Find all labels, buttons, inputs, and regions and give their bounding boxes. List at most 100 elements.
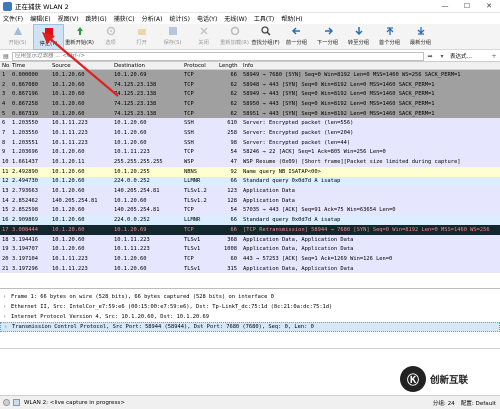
- toolbar-button-shark-fin[interactable]: 开始(S): [2, 24, 33, 50]
- packet-row[interactable]: 6 1.203550 10.1.11.223 10.1.20.60 SSH 610 Serv…: [0, 118, 500, 129]
- menu-bar: 文件(F) 编辑(E) 视图(V) 跳转(G) 捕获(C) 分析(A) 统计(S…: [0, 13, 500, 24]
- cell-no: 17: [2, 226, 9, 233]
- cell-info: 57035 → 443 [ACK] Seq=91 Ack=75 Win=6365…: [243, 207, 396, 214]
- cell-length: 66: [230, 226, 238, 233]
- cell-destination: 10.1.20.60: [114, 139, 147, 146]
- packet-row[interactable]: 20 3.197104 10.1.11.223 10.1.20.60 TCP 60 443 …: [0, 254, 500, 264]
- menu-edit[interactable]: 编辑(E): [30, 14, 50, 23]
- col-header-destination[interactable]: Destination: [112, 63, 182, 69]
- menu-analyze[interactable]: 分析(A): [142, 14, 163, 23]
- cell-info: 58246 → 22 [ACK] Seq=1 Ack=805 Win=256 L…: [243, 149, 386, 156]
- toolbar-button-arrow-left[interactable]: 前一分组: [281, 24, 312, 50]
- menu-tools[interactable]: 工具(T): [254, 14, 274, 23]
- packet-row[interactable]: 10 1.661437 10.1.20.11 255.255.255.255 WSP 47…: [0, 157, 500, 167]
- menu-view[interactable]: 视图(V): [58, 14, 79, 23]
- col-header-time[interactable]: Time: [10, 63, 50, 69]
- packet-row[interactable]: 17 3.008444 10.1.20.60 10.1.20.69 TCP 66 [TCP …: [0, 225, 500, 235]
- menu-file[interactable]: 文件(F): [3, 14, 23, 23]
- toolbar-button-save[interactable]: 保存(S): [157, 24, 188, 50]
- toolbar-button-reload[interactable]: 重新加载(R): [219, 24, 250, 50]
- toolbar-button-first[interactable]: 首个分组: [374, 24, 405, 50]
- expert-info-icon[interactable]: [13, 399, 20, 406]
- packet-row[interactable]: 19 3.194707 10.1.20.60 10.1.11.223 TLSv1 1008…: [0, 244, 500, 255]
- cell-time: 0.000000: [12, 71, 38, 78]
- cell-protocol: TLSv1: [184, 246, 201, 253]
- packet-row[interactable]: 15 2.852598 10.1.20.60 140.205.254.81 TCP 54 5…: [0, 205, 500, 216]
- cell-info: WSP Resume (0x09) [Short frame][Packet s…: [243, 159, 461, 166]
- toolbar-button-last[interactable]: 最新分组: [405, 24, 436, 50]
- packet-row[interactable]: 5 0.867319 10.1.20.60 74.125.23.138 TCP 62 589…: [0, 108, 500, 119]
- expand-arrow-icon[interactable]: ›: [3, 314, 11, 320]
- cell-info: Name query NB ISATAP<00>: [243, 168, 321, 175]
- menu-go[interactable]: 跳转(G): [85, 14, 106, 23]
- detail-tree-item[interactable]: › Ethernet II, Src: IntelCor_e7:59:e6 (00…: [0, 302, 500, 312]
- packet-row[interactable]: 14 2.852462 140.205.254.81 10.1.20.60 TLSv1.…: [0, 195, 500, 206]
- packet-row[interactable]: 8 1.203551 10.1.11.223 10.1.20.60 SSH 98 Serve…: [0, 137, 500, 148]
- packet-row[interactable]: 3 0.867196 10.1.20.60 74.125.23.138 TCP 62 589…: [0, 89, 500, 100]
- cell-no: 9: [2, 149, 6, 156]
- packet-row[interactable]: 18 3.194416 10.1.20.60 10.1.11.223 TLSv1 368 A…: [0, 234, 500, 245]
- cell-time: 2.852598: [12, 207, 38, 214]
- toolbar-button-close-file[interactable]: 关闭: [188, 24, 219, 50]
- add-filter-button[interactable]: +: [488, 53, 500, 60]
- maximize-button[interactable]: ☐: [456, 0, 478, 13]
- cell-source: 10.1.11.223: [52, 120, 88, 127]
- close-button[interactable]: ✕: [478, 0, 500, 13]
- expand-arrow-icon[interactable]: ›: [3, 304, 11, 310]
- cell-protocol: TCP: [184, 81, 194, 88]
- bookmark-icon[interactable]: ▤: [0, 53, 12, 60]
- col-header-source[interactable]: Source: [50, 63, 112, 69]
- cell-time: 3.197104: [12, 255, 38, 262]
- display-filter-input[interactable]: [12, 51, 424, 61]
- packet-row[interactable]: 4 0.867258 10.1.20.60 74.125.23.138 TCP 62 589…: [0, 99, 500, 109]
- col-header-no[interactable]: No.: [0, 63, 10, 69]
- packet-row[interactable]: 7 1.203550 10.1.11.223 10.1.20.60 SSH 258 Serv…: [0, 128, 500, 138]
- filter-apply-arrow-icon[interactable]: ➡: [424, 53, 436, 60]
- capture-status-icon[interactable]: [3, 399, 10, 406]
- detail-tree-item[interactable]: › Internet Protocol Version 4, Src: 10.1.…: [0, 312, 500, 322]
- first-icon: [385, 26, 395, 36]
- toolbar-button-find[interactable]: 查找分组(F): [250, 24, 281, 50]
- menu-statistics[interactable]: 统计(S): [169, 14, 190, 23]
- toolbar-button-restart[interactable]: 重新开始(R): [64, 24, 95, 50]
- filter-dropdown-icon[interactable]: ▾: [436, 53, 448, 60]
- packet-row[interactable]: 1 0.000000 10.1.20.60 10.1.20.69 TCP 66 58949 …: [0, 70, 500, 80]
- col-header-protocol[interactable]: Protocol: [182, 63, 217, 69]
- expression-button[interactable]: 表达式…: [448, 52, 488, 60]
- toolbar-button-stop[interactable]: 停止(T): [33, 24, 64, 50]
- cell-protocol: TCP: [184, 71, 194, 78]
- cell-info: Application Data: [243, 197, 295, 204]
- cell-length: 66: [230, 217, 238, 224]
- packet-row[interactable]: 21 3.197296 10.1.11.223 10.1.20.60 TLSv1 315 A…: [0, 263, 500, 274]
- toolbar-button-open-folder[interactable]: 打开: [126, 24, 157, 50]
- col-header-length[interactable]: Length: [217, 63, 241, 69]
- expand-arrow-icon[interactable]: ›: [4, 324, 12, 330]
- detail-tree-item[interactable]: › Transmission Control Protocol, Src Port…: [0, 322, 500, 332]
- packet-row[interactable]: 11 2.492890 10.1.20.60 10.1.20.255 NBNS 92 Nam…: [0, 166, 500, 177]
- main-toolbar: 开始(S) 停止(T) 重新开始(R) 选项 打开 保存(S) 关闭 重新加载(R) 查找分组(…: [0, 24, 500, 50]
- menu-telephony[interactable]: 电话(Y): [197, 14, 217, 23]
- cell-length: 62: [230, 81, 238, 88]
- expand-arrow-icon[interactable]: ›: [3, 294, 11, 300]
- detail-tree-item[interactable]: › Frame 1: 66 bytes on wire (528 bits), 6…: [0, 292, 500, 302]
- menu-wireless[interactable]: 无线(W): [224, 14, 247, 23]
- cell-protocol: NBNS: [184, 168, 197, 175]
- menu-capture[interactable]: 捕获(C): [114, 14, 135, 23]
- profile-label[interactable]: 配置: Default: [461, 399, 496, 407]
- packet-row[interactable]: 16 2.909869 10.1.20.60 224.0.0.252 LLMNR 66 St…: [0, 215, 500, 225]
- wireshark-app-icon: [3, 1, 12, 11]
- toolbar-button-arrow-right[interactable]: 下一分组: [312, 24, 343, 50]
- menu-help[interactable]: 帮助(H): [281, 14, 302, 23]
- minimize-button[interactable]: —: [434, 0, 456, 13]
- cell-no: 4: [2, 100, 6, 107]
- packet-row[interactable]: 2 0.867080 10.1.20.60 74.125.23.138 TCP 62 589…: [0, 79, 500, 90]
- packet-row[interactable]: 9 1.203696 10.1.20.60 10.1.11.223 TCP 54 58246…: [0, 147, 500, 158]
- toolbar-button-goto[interactable]: 转至分组: [343, 24, 374, 50]
- toolbar-button-gear[interactable]: 选项: [95, 24, 126, 50]
- packet-row[interactable]: 13 2.793663 10.1.20.60 140.205.254.81 TLSv1.…: [0, 186, 500, 196]
- packet-row[interactable]: 12 2.494730 10.1.20.60 224.0.0.252 LLMNR 66 St…: [0, 176, 500, 187]
- watermark: Ⓚ 创新互联: [400, 363, 496, 395]
- cell-protocol: TLSv1.2: [184, 188, 207, 195]
- cell-source: 10.1.20.60: [52, 217, 85, 224]
- col-header-info[interactable]: Info: [241, 63, 500, 69]
